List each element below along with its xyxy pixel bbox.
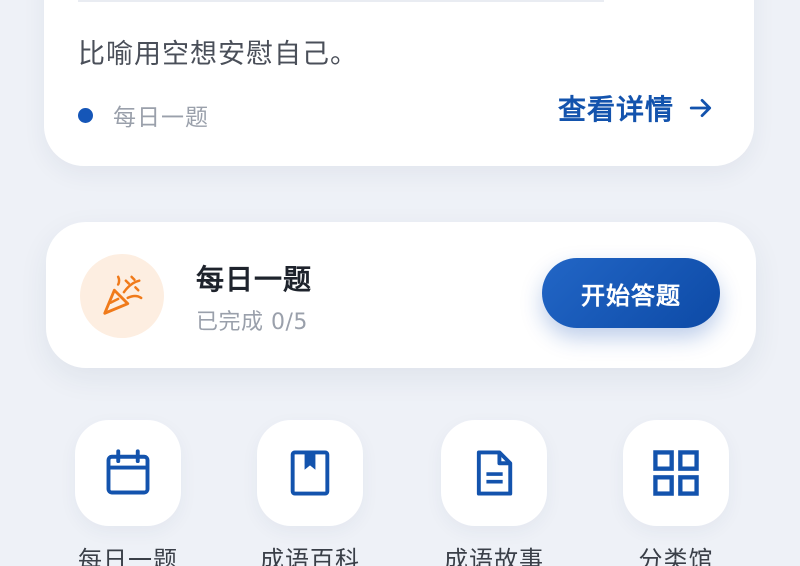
- start-quiz-button[interactable]: 开始答题: [542, 258, 720, 328]
- quick-link-label: 每日一题: [78, 546, 178, 566]
- daily-title: 每日一题: [196, 263, 313, 296]
- party-popper-icon: [103, 275, 143, 315]
- document-icon: [476, 450, 513, 496]
- bookmark-book-icon: [290, 450, 330, 496]
- party-badge: [80, 254, 164, 338]
- view-details-link[interactable]: 查看详情: [558, 88, 714, 128]
- quick-link-label: 分类馆: [638, 546, 714, 566]
- tag-label: 每日一题: [113, 105, 209, 131]
- grid-icon: [653, 450, 699, 496]
- idiom-meaning: 比喻用空想安慰自己。: [78, 39, 358, 70]
- arrow-right-icon: [689, 99, 712, 117]
- quick-link-icon-box: [441, 420, 547, 526]
- daily-question-card: 每日一题 已完成 0/5 开始答题: [46, 222, 756, 368]
- page: 比喻用空想安慰自己。 每日一题 查看详情 每日一题 已完成 0/5 开始答题 每…: [0, 0, 800, 566]
- quick-link-icon-box: [75, 420, 181, 526]
- idiom-card: 比喻用空想安慰自己。 每日一题 查看详情: [44, 0, 754, 166]
- quick-link-icon-box: [623, 420, 729, 526]
- view-details-label: 查看详情: [557, 93, 674, 126]
- quick-link-categories[interactable]: 分类馆: [622, 420, 730, 566]
- quick-link-icon-box: [257, 420, 363, 526]
- card-tag: 每日一题: [78, 98, 209, 132]
- quick-link-encyclopedia[interactable]: 成语百科: [256, 420, 364, 566]
- quick-link-stories[interactable]: 成语故事: [440, 420, 548, 566]
- quick-link-daily[interactable]: 每日一题: [74, 420, 182, 566]
- card-divider: [78, 0, 604, 2]
- tag-dot-icon: [78, 107, 93, 123]
- daily-progress: 已完成 0/5: [196, 310, 308, 335]
- quick-link-label: 成语百科: [260, 546, 360, 566]
- calendar-icon: [106, 449, 150, 495]
- quick-link-label: 成语故事: [444, 546, 544, 566]
